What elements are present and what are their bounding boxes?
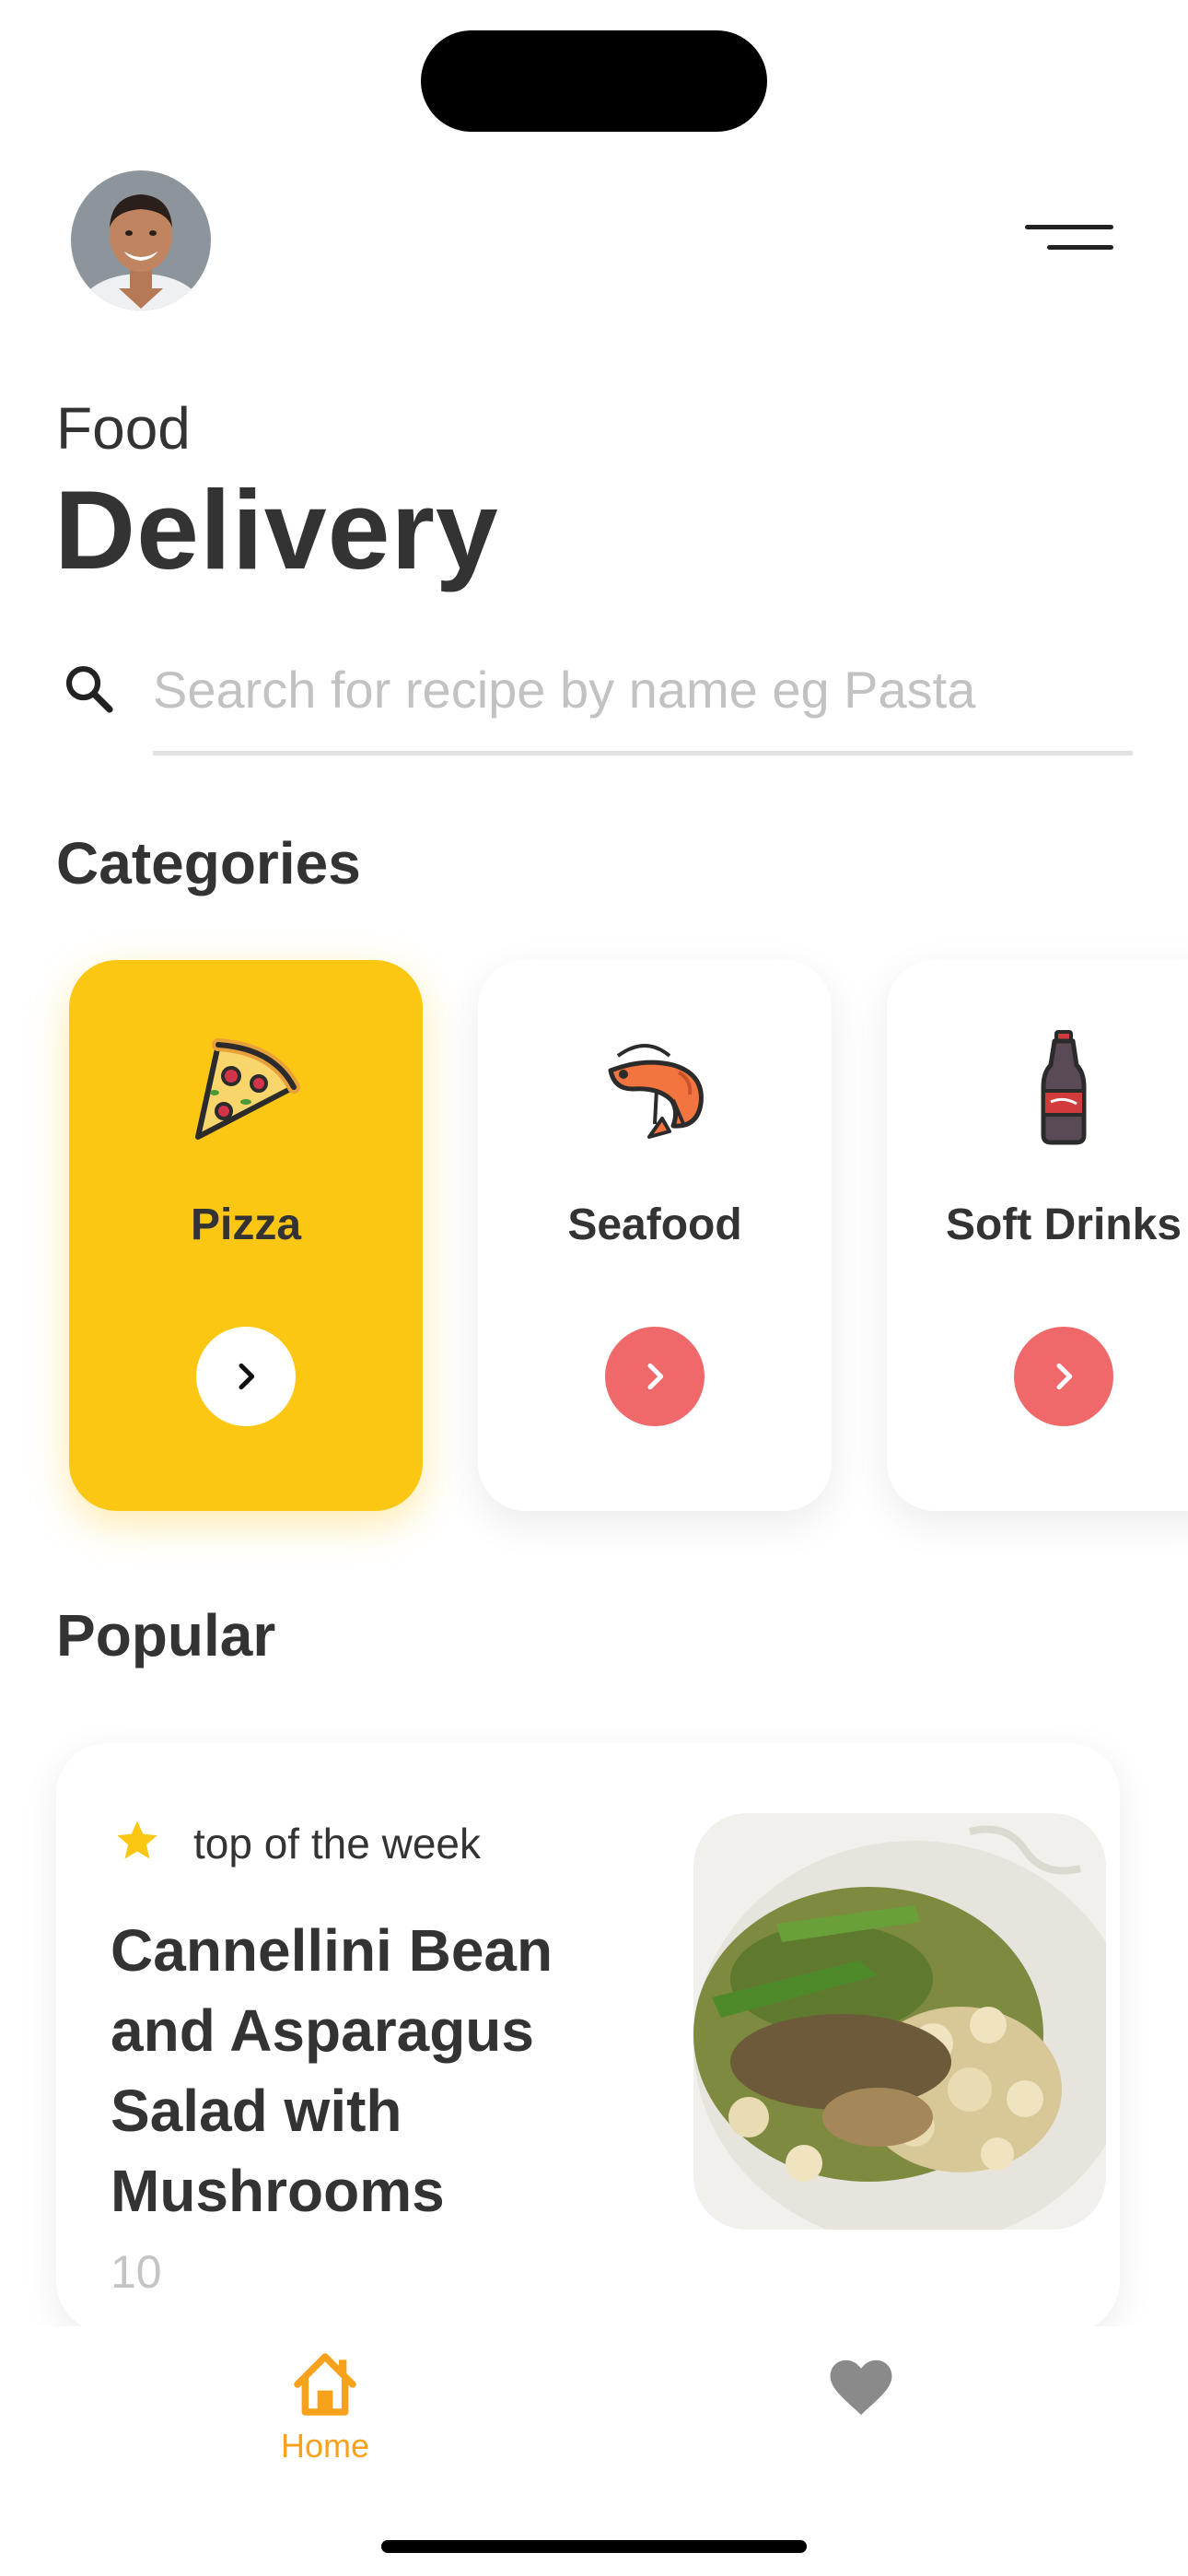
category-label: Soft Drinks	[945, 1200, 1182, 1249]
chevron-right-icon	[647, 1363, 664, 1390]
home-icon	[294, 2353, 356, 2416]
recipe-title: Cannellini Bean and Asparagus Salad with…	[111, 1917, 553, 2224]
dynamic-island	[421, 30, 767, 132]
menu-line-bottom	[1047, 245, 1113, 250]
chevron-right-icon	[239, 1363, 255, 1390]
category-open-button[interactable]	[1014, 1327, 1113, 1426]
popular-recipe-card[interactable]: top of the week Cannellini Bean and Aspa…	[56, 1743, 1120, 2333]
shrimp-icon	[608, 1044, 704, 1139]
recipe-count: 10	[111, 2246, 162, 2298]
nav-home[interactable]: Home	[267, 2338, 383, 2467]
category-card-pizza[interactable]: Pizza	[69, 960, 423, 1511]
avatar[interactable]	[71, 170, 211, 310]
home-indicator	[381, 2540, 807, 2553]
menu-line-top	[1025, 225, 1113, 229]
menu-icon[interactable]	[1018, 217, 1113, 256]
search-input[interactable]	[153, 645, 1133, 733]
categories-heading: Categories	[56, 830, 361, 896]
page-subtitle: Food	[56, 395, 191, 462]
popular-heading: Popular	[56, 1602, 276, 1669]
category-open-button[interactable]	[605, 1327, 705, 1426]
pizza-icon	[195, 1038, 300, 1140]
category-label: Pizza	[190, 1200, 302, 1249]
soda-bottle-icon	[1041, 1030, 1087, 1145]
user-avatar-photo-icon	[71, 170, 211, 310]
search-icon[interactable]	[61, 661, 118, 718]
category-card-soft-drinks[interactable]: Soft Drinks	[887, 960, 1188, 1511]
nav-home-label: Home	[280, 2427, 370, 2465]
page-title: Delivery	[54, 467, 499, 592]
top-of-week-badge: top of the week	[193, 1820, 481, 1868]
search-underline	[153, 751, 1133, 755]
category-card-seafood[interactable]: Seafood	[478, 960, 832, 1511]
star-icon	[117, 1821, 157, 1859]
bottom-nav-bar	[0, 2326, 1188, 2576]
recipe-image	[693, 1813, 1106, 2230]
salad-photo-icon	[693, 1813, 1106, 2230]
chevron-right-icon	[1056, 1363, 1073, 1390]
category-open-button[interactable]	[196, 1327, 296, 1426]
heart-icon[interactable]	[829, 2359, 893, 2418]
category-label: Seafood	[567, 1200, 742, 1249]
